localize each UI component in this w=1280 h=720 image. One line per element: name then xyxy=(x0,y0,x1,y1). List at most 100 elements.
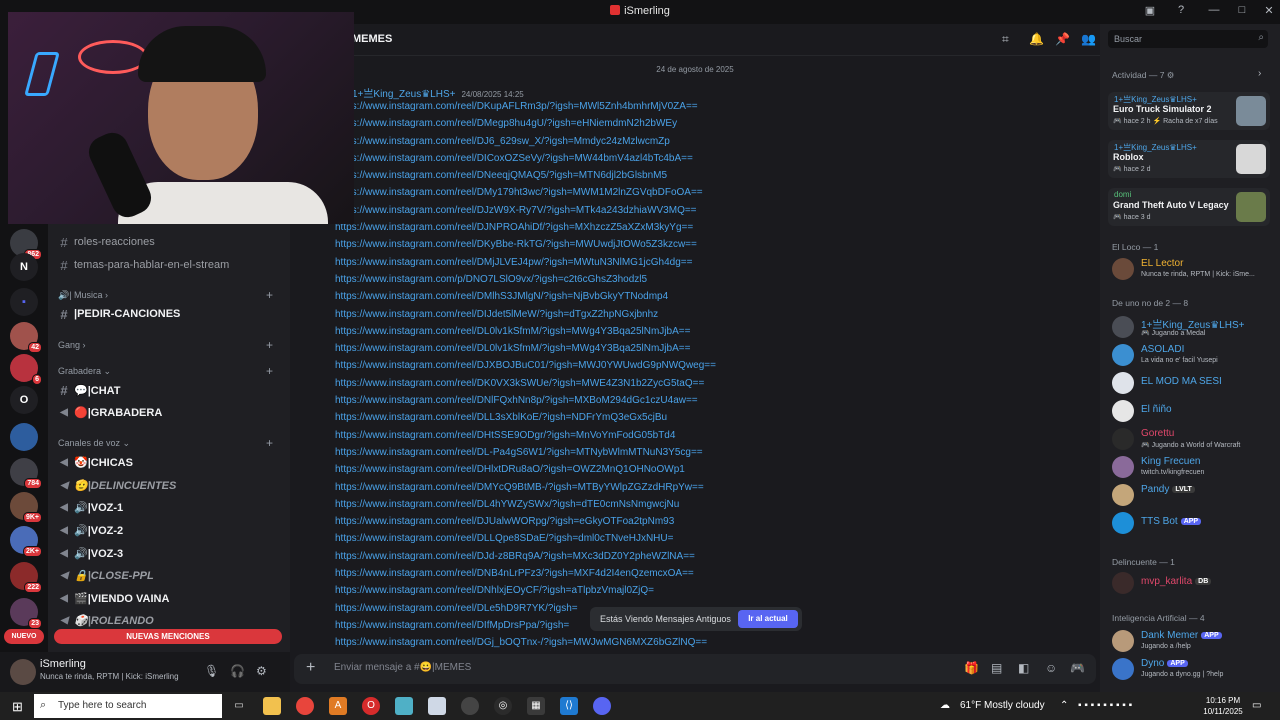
message-link[interactable]: https://www.instagram.com/reel/DHlxtDRu8… xyxy=(335,461,775,478)
member-item[interactable]: TTS Bot APP xyxy=(1112,510,1272,536)
category-gang[interactable]: Gang › + xyxy=(58,338,273,352)
app-icon[interactable] xyxy=(395,697,413,715)
message-link[interactable]: https://www.instagram.com/reel/DL4hYWZyS… xyxy=(335,496,775,513)
discord-taskbar-icon[interactable] xyxy=(593,697,611,715)
message-link[interactable]: https://www.instagram.com/reel/DJUalwWOR… xyxy=(335,513,775,530)
message-link[interactable]: https://www.instagram.com/reel/DNB4nLrPF… xyxy=(335,565,775,582)
message-link[interactable]: https://www.instagram.com/reel/DNhlxjEOy… xyxy=(335,582,775,599)
sticker-icon[interactable]: ◧ xyxy=(1018,661,1029,675)
server-icon[interactable]: 42 xyxy=(10,322,42,353)
activity-card[interactable]: 1+亗King_Zeus♛LHS+ Euro Truck Simulator 2… xyxy=(1108,92,1270,130)
microphone-icon[interactable]: 🎙 xyxy=(204,664,219,678)
message-link[interactable]: https://www.instagram.com/reel/DKyBbe-Rk… xyxy=(335,236,775,253)
tray-icons[interactable]: ▪ ▪ ▪ ▪ ▪ ▪ ▪ ▪ ▪ xyxy=(1078,700,1132,711)
message-link[interactable]: https://www.instagram.com/reel/DJXBOJBuC… xyxy=(335,357,775,374)
jump-to-present-button[interactable]: Ir al actual xyxy=(738,610,798,628)
message-link[interactable]: https://www.instagram.com/reel/DMy179ht3… xyxy=(335,184,775,201)
message-input[interactable]: Enviar mensaje a #😀|MEMES xyxy=(334,662,471,673)
add-channel-icon[interactable]: + xyxy=(266,436,273,450)
weather-icon[interactable]: ☁ xyxy=(940,700,950,711)
server-icon[interactable]: 23 xyxy=(10,598,42,629)
message-link[interactable]: https://www.instagram.com/reel/DLL3sXblK… xyxy=(335,409,775,426)
file-explorer-icon[interactable] xyxy=(263,697,281,715)
threads-icon[interactable]: ⌗ xyxy=(1002,32,1009,47)
message-link[interactable]: https://www.instagram.com/p/DNO7LSlO9vx/… xyxy=(335,271,775,288)
channel-roles-reacciones[interactable]: # roles-reacciones xyxy=(54,232,282,252)
opera-icon[interactable]: O xyxy=(362,697,380,715)
notification-icon[interactable]: ▭ xyxy=(1252,700,1261,711)
app-icon[interactable]: ▦ xyxy=(527,697,545,715)
new-mentions-bar[interactable]: NUEVAS MENCIONES xyxy=(54,629,282,644)
gift-icon[interactable]: 🎁 xyxy=(964,661,979,675)
chevron-right-icon[interactable]: › xyxy=(1258,68,1261,79)
message-link[interactable]: https://www.instagram.com/reel/DK0VX3kSW… xyxy=(335,375,775,392)
add-channel-icon[interactable]: + xyxy=(266,364,273,378)
inbox-icon[interactable]: ▣ xyxy=(1142,4,1158,17)
new-badge[interactable]: NUEVO xyxy=(4,629,44,644)
avatar[interactable] xyxy=(10,659,36,685)
message-link[interactable]: https://www.instagram.com/reel/DJ6_629sw… xyxy=(335,133,775,150)
server-icon[interactable]: ▪ xyxy=(10,288,38,316)
vscode-icon[interactable]: ⟨⟩ xyxy=(560,697,578,715)
add-channel-icon[interactable]: + xyxy=(266,288,273,302)
activity-header[interactable]: Actividad — 7 ⚙ xyxy=(1112,70,1174,81)
channel-pedir-canciones[interactable]: # |PEDIR-CANCIONES xyxy=(54,304,282,324)
steam-icon[interactable] xyxy=(461,697,479,715)
message-link[interactable]: https://www.instagram.com/reel/DL0lv1kSf… xyxy=(335,323,775,340)
category-grabadera[interactable]: Grabadera ⌄ + xyxy=(58,364,273,378)
taskbar-clock[interactable]: 10:16 PM 10/11/2025 xyxy=(1200,695,1246,717)
app-icon[interactable]: A xyxy=(329,697,347,715)
message-link[interactable]: https://www.instagram.com/reel/DMjJLVEJ4… xyxy=(335,254,775,271)
member-item[interactable]: Gorettu 🎮 Jugando a World of Warcraft xyxy=(1112,426,1272,452)
message-link[interactable]: https://www.instagram.com/reel/DMegp8hu4… xyxy=(335,115,775,132)
settings-gear-icon[interactable]: ⚙ xyxy=(256,664,267,678)
message-link[interactable]: https://www.instagram.com/reel/DKupAFLRm… xyxy=(335,98,775,115)
notification-bell-icon[interactable]: 🔔 xyxy=(1029,32,1044,46)
server-icon[interactable]: 222 xyxy=(10,562,42,593)
member-item[interactable]: Dyno APP Jugando a dyno.gg | ?help xyxy=(1112,656,1272,682)
channel-temas[interactable]: # temas-para-hablar-en-el-stream xyxy=(54,255,282,275)
message-link[interactable]: https://www.instagram.com/reel/DGj_bOQTn… xyxy=(335,634,775,651)
member-item[interactable]: El ñiño xyxy=(1112,398,1272,424)
message-link[interactable]: https://www.instagram.com/reel/DHtSSE9OD… xyxy=(335,427,775,444)
server-icon[interactable]: N xyxy=(10,253,38,281)
minimize-button[interactable]: — xyxy=(1206,4,1222,16)
voice-channel-roleando[interactable]: ◀ 🎲|ROLEANDO xyxy=(54,610,282,630)
weather-text[interactable]: 61°F Mostly cloudy xyxy=(960,700,1045,711)
voice-channel-close-ppl[interactable]: ◀ 🔒|CLOSE-PPL xyxy=(54,565,282,585)
server-icon[interactable]: 9K+ xyxy=(10,492,42,523)
message-link[interactable]: https://www.instagram.com/reel/DNeeqjQMA… xyxy=(335,167,775,184)
voice-channel-viendo-vaina[interactable]: ◀ 🎬|VIENDO VAINA xyxy=(54,588,282,608)
category-canales-de-voz[interactable]: Canales de voz ⌄ + xyxy=(58,436,273,450)
windows-start-icon[interactable]: ⊞ xyxy=(12,699,23,715)
member-item[interactable]: EL Lector Nunca te rinda, RPTM | Kick: iS… xyxy=(1112,256,1272,282)
voice-channel-voz-2[interactable]: ◀ 🔊|VOZ-2 xyxy=(54,520,282,540)
emoji-icon[interactable]: ☺ xyxy=(1045,661,1057,675)
chrome-icon[interactable] xyxy=(296,697,314,715)
task-view-icon[interactable]: ▭ xyxy=(230,697,248,715)
message-link[interactable]: https://www.instagram.com/reel/DJNPROAhi… xyxy=(335,219,775,236)
voice-channel-voz-3[interactable]: ◀ 🔊|VOZ-3 xyxy=(54,543,282,563)
server-folder[interactable]: 2K+ xyxy=(10,526,42,557)
gif-icon[interactable]: ▤ xyxy=(991,661,1002,675)
member-item[interactable]: King Frecuen twitch.tv/kingfrecuen xyxy=(1112,454,1272,480)
username[interactable]: iSmerling xyxy=(40,658,86,670)
activity-card[interactable]: domi Grand Theft Auto V Legacy 🎮 hace 3 … xyxy=(1108,188,1270,226)
attach-plus-icon[interactable]: + xyxy=(306,659,315,677)
activity-card[interactable]: 1+亗King_Zeus♛LHS+ Roblox 🎮 hace 2 d xyxy=(1108,140,1270,178)
server-folder[interactable] xyxy=(10,423,38,451)
voice-channel-chicas[interactable]: ◀ 🤡|CHICAS xyxy=(54,452,282,472)
member-item[interactable]: 1+亗King_Zeus♛LHS+ 🎮 Jugando a Medal xyxy=(1112,314,1272,340)
server-icon[interactable]: O xyxy=(10,386,38,414)
member-list-icon[interactable]: 👥 xyxy=(1081,32,1096,46)
channel-grabadera[interactable]: ◀ 🔴|GRABADERA xyxy=(54,402,282,422)
app-icon[interactable]: ◎ xyxy=(494,697,512,715)
message-link[interactable]: https://www.instagram.com/reel/DICoxOZSe… xyxy=(335,150,775,167)
category-musica[interactable]: 🔊| Musica › + xyxy=(58,288,273,302)
message-link[interactable]: https://www.instagram.com/reel/DMlhS3JMl… xyxy=(335,288,775,305)
member-item[interactable]: ASOLADI La vida no e' facil Yusepi xyxy=(1112,342,1272,368)
message-link[interactable]: https://www.instagram.com/reel/DMYcQ9BtM… xyxy=(335,479,775,496)
voice-channel-voz-1[interactable]: ◀ 🔊|VOZ-1 xyxy=(54,497,282,517)
member-item[interactable]: EL MOD MA SESI xyxy=(1112,370,1272,396)
message-link[interactable]: https://www.instagram.com/reel/DJzW9X-Ry… xyxy=(335,202,775,219)
